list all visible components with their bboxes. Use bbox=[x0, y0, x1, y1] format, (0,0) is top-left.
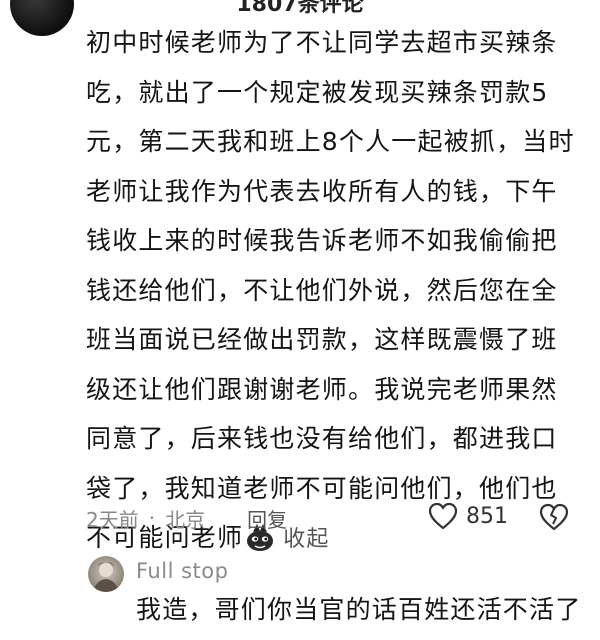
reply-author-name[interactable]: Full stop bbox=[136, 559, 228, 583]
like-button[interactable]: 851 bbox=[428, 502, 508, 530]
heart-icon bbox=[428, 502, 458, 530]
comment-time: 2天前 bbox=[86, 507, 139, 532]
comment-count-header: 1807条评论 bbox=[236, 0, 364, 17]
comment-line: 级还让他们跟谢谢老师。我说完老师果然 bbox=[86, 374, 558, 404]
comment-line: 吃，就出了一个规定被发现买辣条罚款5 bbox=[86, 77, 549, 107]
like-count: 851 bbox=[466, 503, 508, 529]
comment-line: 老师让我作为代表去收所有人的钱，下午 bbox=[86, 176, 558, 206]
comment-line: 元，第二天我和班上8个人一起被抓，当时 bbox=[86, 127, 575, 156]
meta-separator: · bbox=[148, 506, 156, 530]
comment-meta: 2天前 · 北京 回复 bbox=[86, 500, 590, 536]
comment-location: 北京 bbox=[165, 507, 206, 532]
comment-line: 班当面说已经做出罚款，这样既震慑了班 bbox=[86, 325, 558, 354]
reply-avatar[interactable] bbox=[88, 556, 124, 592]
comment-line: 同意了，后来钱也没有给他们，都进我口 bbox=[86, 424, 558, 453]
reply-button[interactable]: 回复 bbox=[247, 504, 287, 533]
comment-line: 初中时候老师为了不让同学去超市买辣条 bbox=[86, 28, 558, 57]
comment-line: 钱收上来的时候我告诉老师不如我偷偷把 bbox=[86, 226, 558, 255]
comment-line: 钱还给他们，不让他们外说，然后您在全 bbox=[86, 275, 558, 305]
portrait-icon bbox=[93, 562, 119, 592]
commenter-avatar[interactable] bbox=[10, 0, 74, 36]
broken-heart-icon[interactable] bbox=[539, 503, 569, 531]
comment-text: 初中时候老师为了不让同学去超市买辣条 吃，就出了一个规定被发现买辣条罚款5 元，… bbox=[86, 18, 590, 565]
reply-text: 我造，哥们你当官的话百姓还活不活了 bbox=[136, 595, 582, 624]
